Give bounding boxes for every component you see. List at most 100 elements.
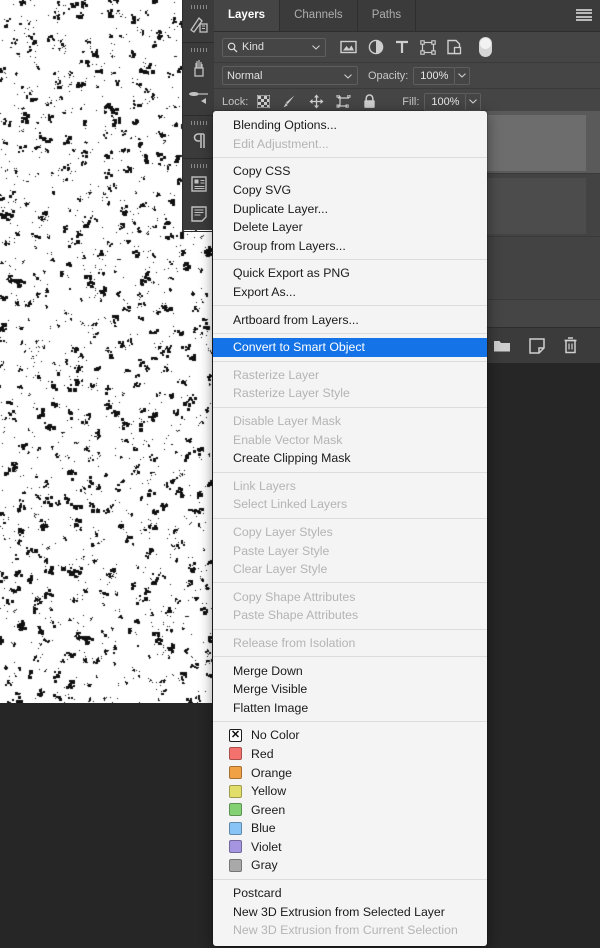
menu-item-yellow[interactable]: Yellow [213, 782, 487, 801]
menu-item-label: Disable Layer Mask [233, 414, 341, 429]
menu-item-delete-layer[interactable]: Delete Layer [213, 218, 487, 237]
dock-group-brushes [183, 43, 214, 116]
menu-item-merge-visible[interactable]: Merge Visible [213, 680, 487, 699]
menu-item-convert-to-smart-object[interactable]: Convert to Smart Object [213, 337, 487, 357]
dock-group-paragraph [183, 116, 214, 159]
menu-item-copy-svg[interactable]: Copy SVG [213, 181, 487, 200]
menu-item-label: Flatten Image [233, 700, 309, 715]
filter-kind-select[interactable]: Kind [222, 37, 326, 57]
menu-item-label: Rasterize Layer [233, 367, 320, 382]
menu-item-label: Rasterize Layer Style [233, 386, 350, 401]
menu-item-artboard-from-layers[interactable]: Artboard from Layers... [213, 310, 487, 329]
menu-separator [213, 582, 487, 584]
chevron-down-icon [312, 41, 320, 53]
menu-item-label: Copy Shape Attributes [233, 589, 356, 604]
menu-item-group-from-layers[interactable]: Group from Layers... [213, 237, 487, 256]
lock-all-icon[interactable] [363, 94, 376, 109]
menu-separator [213, 878, 487, 880]
menu-item-new-3d-extrusion-from-selected-layer[interactable]: New 3D Extrusion from Selected Layer [213, 902, 487, 921]
filter-adjustment-layers-icon[interactable] [368, 39, 384, 55]
dock-item-history[interactable] [183, 10, 214, 40]
menu-item-label: Postcard [233, 886, 282, 901]
menu-item-export-as[interactable]: Export As... [213, 283, 487, 302]
menu-item-flatten-image[interactable]: Flatten Image [213, 698, 487, 717]
blend-mode-value: Normal [227, 69, 263, 82]
dock-item-properties[interactable] [183, 169, 214, 199]
menu-item-postcard[interactable]: Postcard [213, 884, 487, 903]
menu-item-rasterize-layer-style: Rasterize Layer Style [213, 384, 487, 403]
menu-item-create-clipping-mask[interactable]: Create Clipping Mask [213, 449, 487, 468]
tab-channels[interactable]: Channels [280, 0, 358, 31]
hamburger-menu-icon[interactable] [576, 9, 592, 21]
menu-item-duplicate-layer[interactable]: Duplicate Layer... [213, 199, 487, 218]
swatch-orange-icon [229, 766, 242, 780]
menu-item-label: Red [251, 746, 274, 761]
tab-layers[interactable]: Layers [214, 0, 281, 31]
search-icon [227, 42, 238, 53]
lock-image-pixels-icon[interactable] [282, 94, 297, 109]
menu-item-label: Blending Options... [233, 118, 337, 133]
opacity-input[interactable]: 100% [413, 66, 456, 85]
swatch-green-icon [229, 803, 242, 817]
document-canvas[interactable] [0, 0, 212, 703]
menu-item-copy-shape-attributes: Copy Shape Attributes [213, 587, 487, 606]
menu-item-label: Green [251, 802, 286, 817]
menu-separator [213, 656, 487, 658]
fill-stepper[interactable] [466, 92, 482, 111]
menu-item-blending-options[interactable]: Blending Options... [213, 116, 487, 135]
dock-item-brushes[interactable] [183, 53, 214, 83]
brush-presets-icon [188, 90, 210, 106]
dock-grip[interactable] [183, 116, 214, 126]
delete-layer-icon[interactable] [563, 337, 578, 354]
menu-item-label: Link Layers [233, 478, 296, 493]
history-panel-icon [189, 16, 209, 34]
menu-item-label: Create Clipping Mask [233, 451, 351, 466]
layer-context-menu[interactable]: Blending Options... Edit Adjustment... Cop… [213, 111, 487, 946]
lock-transparent-pixels-icon[interactable] [257, 95, 271, 108]
menu-item-copy-css[interactable]: Copy CSS [213, 162, 487, 181]
dock-item-brush-presets[interactable] [183, 83, 214, 113]
lock-position-icon[interactable] [309, 94, 324, 109]
photoshop-window: Layers Channels Paths Kind Normal Opacit… [0, 0, 600, 948]
swatch-yellow-icon [229, 784, 242, 798]
menu-item-merge-down[interactable]: Merge Down [213, 661, 487, 680]
menu-item-violet[interactable]: Violet [213, 838, 487, 857]
menu-item-no-color[interactable]: ✕ No Color [213, 726, 487, 745]
menu-item-label: Yellow [251, 784, 287, 799]
dock-grip[interactable] [183, 43, 214, 53]
menu-item-gray[interactable]: Gray [213, 856, 487, 875]
fill-input[interactable]: 100% [424, 92, 467, 111]
menu-item-label: Paste Layer Style [233, 543, 330, 558]
dock-group-properties [183, 159, 214, 232]
filter-enable-toggle[interactable] [479, 37, 492, 57]
menu-separator [213, 517, 487, 519]
filter-smart-objects-icon[interactable] [447, 39, 462, 55]
blend-mode-row: Normal Opacity: 100% [214, 63, 600, 89]
filter-shape-layers-icon[interactable] [420, 39, 436, 55]
menu-item-blue[interactable]: Blue [213, 819, 487, 838]
menu-item-label: Copy Layer Styles [233, 524, 333, 539]
menu-item-orange[interactable]: Orange [213, 763, 487, 782]
opacity-stepper[interactable] [455, 66, 471, 85]
new-group-icon[interactable] [493, 338, 511, 353]
dock-item-paragraph[interactable] [183, 126, 214, 156]
layer-filter-icons [340, 37, 492, 57]
menu-item-label: Duplicate Layer... [233, 201, 329, 216]
dock-item-notes[interactable] [183, 199, 214, 229]
dock-grip[interactable] [183, 159, 214, 169]
menu-item-quick-export-as-png[interactable]: Quick Export as PNG [213, 264, 487, 283]
lock-artboard-nesting-icon[interactable] [336, 94, 351, 109]
swatch-gray-icon [229, 858, 242, 872]
dock-grip[interactable] [183, 0, 214, 10]
filter-pixel-layers-icon[interactable] [340, 40, 357, 54]
filter-type-layers-icon[interactable] [395, 40, 409, 55]
menu-item-label: Orange [251, 765, 293, 780]
menu-item-label: Merge Visible [233, 682, 308, 697]
blend-mode-select[interactable]: Normal [222, 66, 358, 85]
tab-paths[interactable]: Paths [358, 0, 417, 31]
menu-item-label: Copy CSS [233, 164, 291, 179]
menu-separator [213, 305, 487, 307]
new-layer-icon[interactable] [529, 337, 545, 354]
menu-item-red[interactable]: Red [213, 745, 487, 764]
menu-item-green[interactable]: Green [213, 800, 487, 819]
